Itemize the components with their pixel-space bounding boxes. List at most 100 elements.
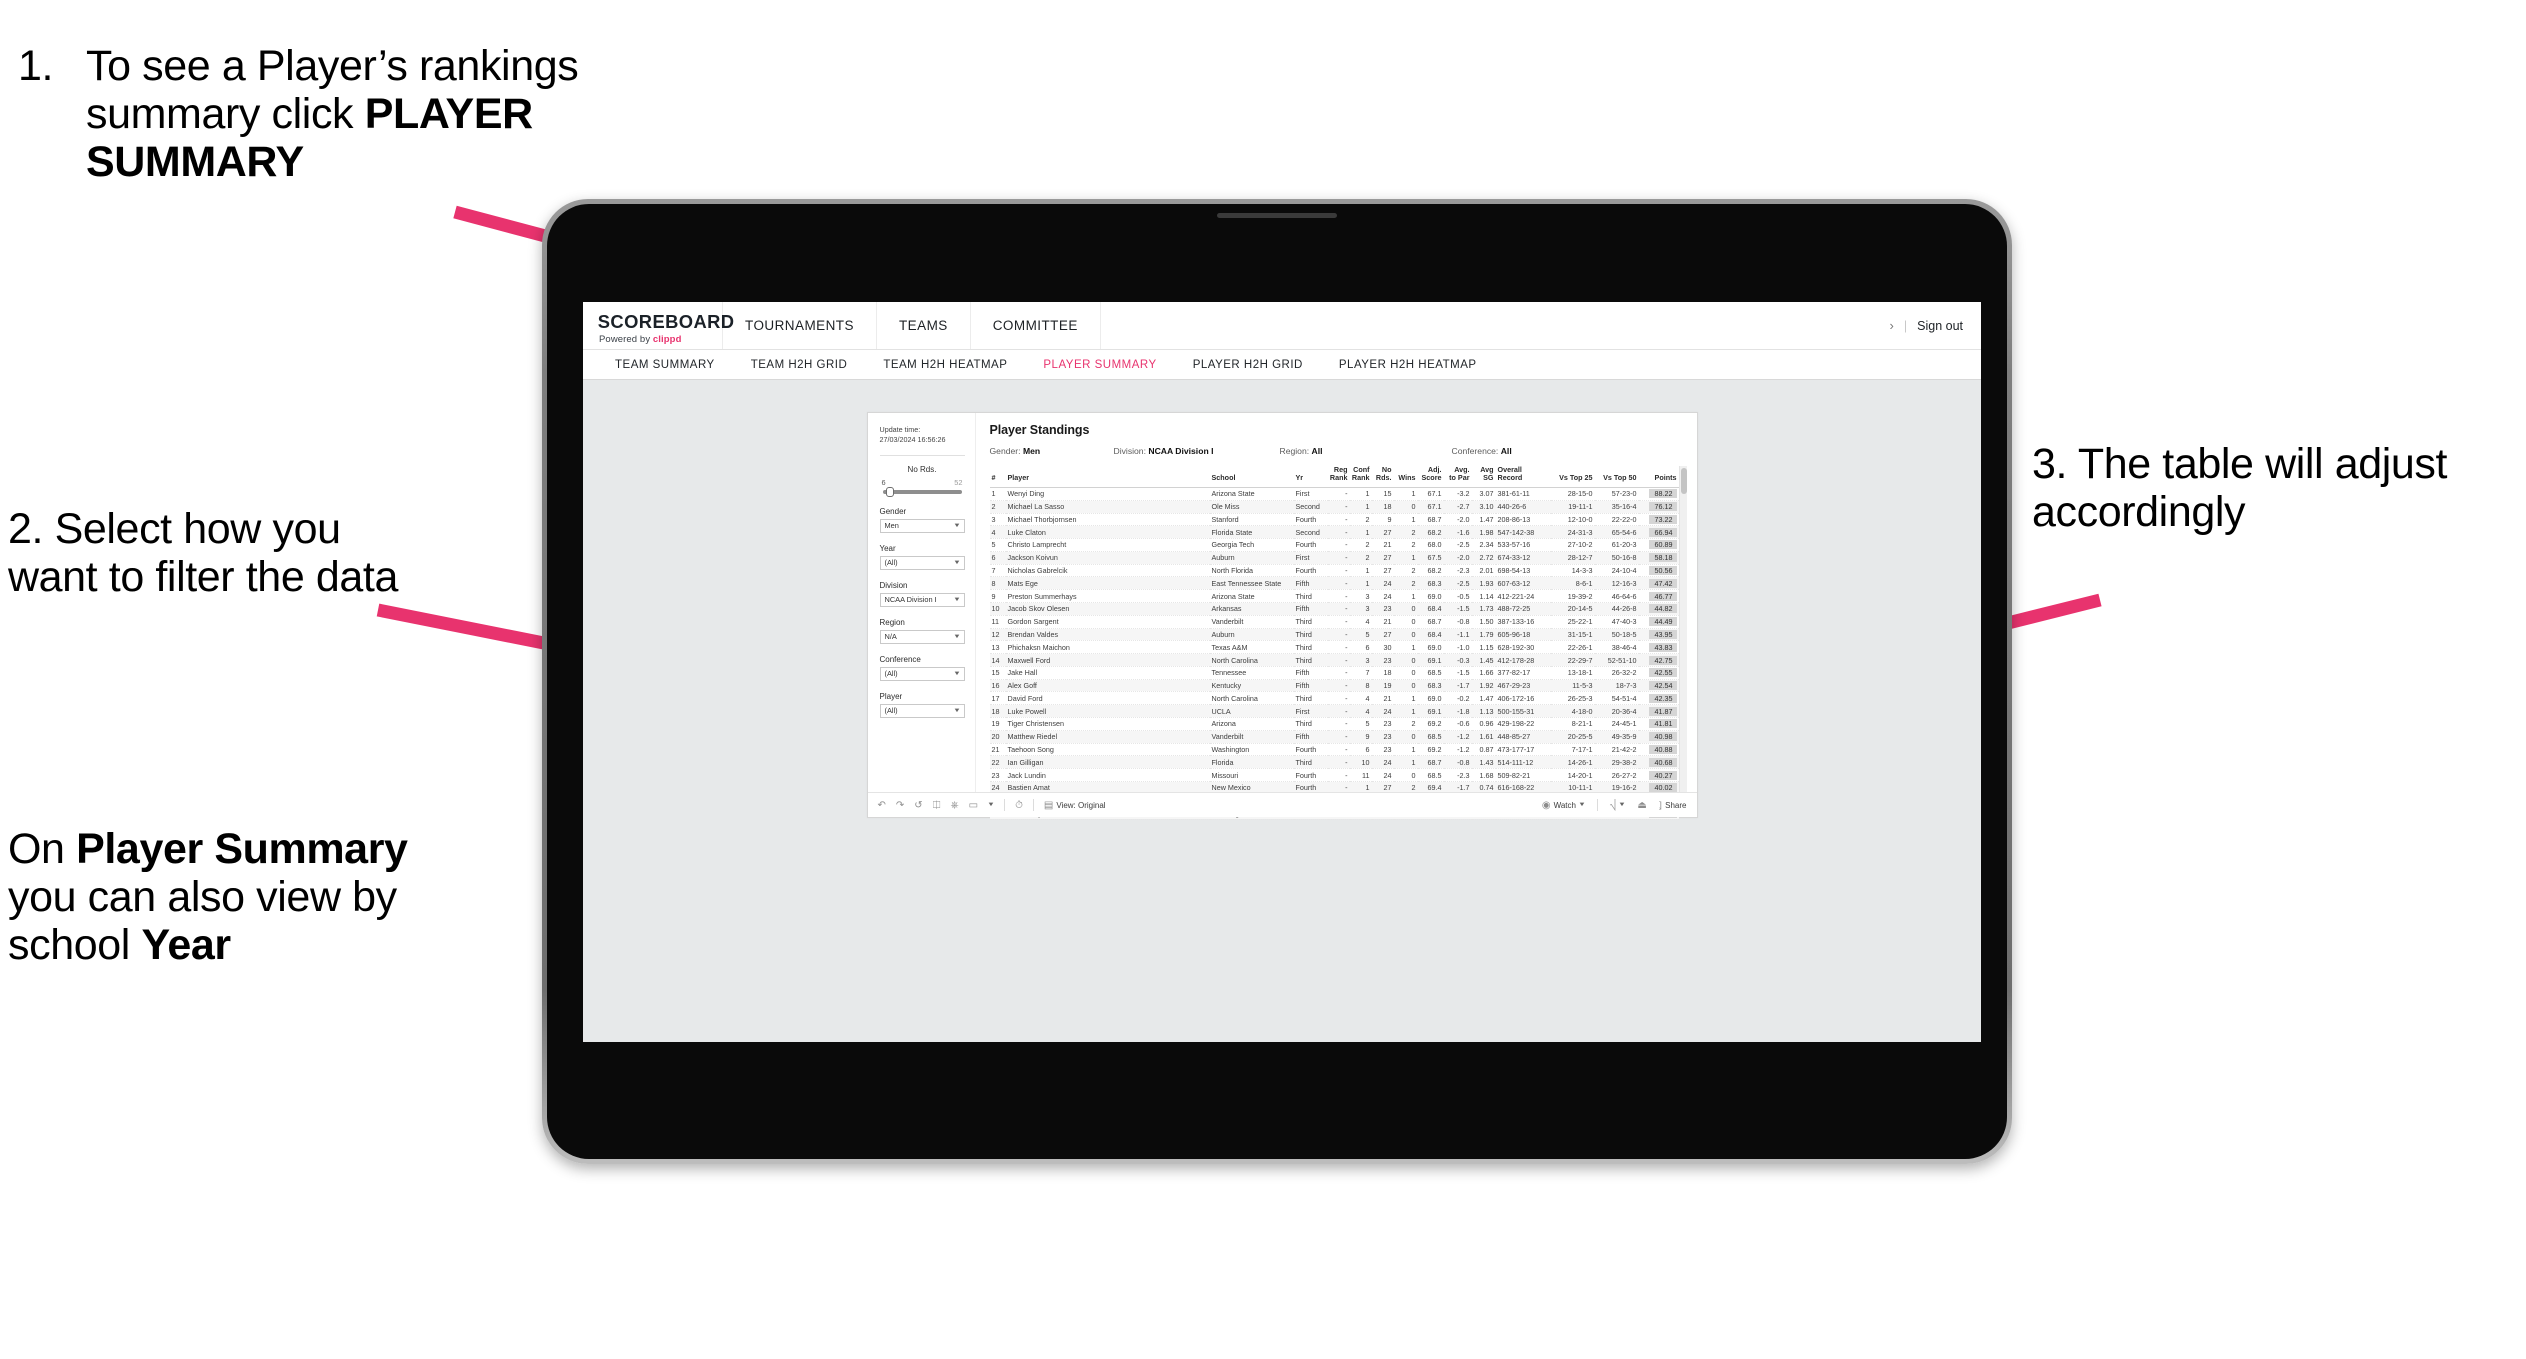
rectangle-select-icon[interactable]: ▭ [969,800,978,811]
nav-tournaments[interactable]: TOURNAMENTS [723,302,877,349]
tab-team-h2h-heatmap[interactable]: TEAM H2H HEATMAP [865,359,1025,371]
table-row[interactable]: 22 Ian Gilligan Florida Third -10 24 1 68.7 -0.8… [989,755,1679,770]
col-header-t50[interactable]: Vs Top 50 [1594,466,1639,488]
cell-sg: 1.79 [1471,628,1496,642]
col-header-conf[interactable]: Conf Rank [1349,465,1372,488]
cell-yr: Fourth [1293,538,1328,552]
cell-par: -2.3 [1443,768,1472,782]
download-button[interactable]: ⎷ ▼ [1610,800,1626,811]
cell-school: UCLA [1209,704,1294,719]
cell-num: 15 [989,666,1006,680]
col-header-wins[interactable]: Wins [1393,466,1418,488]
cell-yr: Fifth [1293,666,1328,680]
filter-region-select[interactable]: N/A ▼ [879,629,965,644]
col-header-school[interactable]: School [1209,466,1294,488]
cell-pts: 60.89 [1638,538,1679,552]
redo-icon[interactable]: ↷ [896,800,904,811]
filter-gender-select[interactable]: Men ▼ [879,518,965,533]
cell-sg: 1.47 [1471,513,1496,527]
cell-reg: - [1327,704,1350,719]
tab-team-h2h-grid[interactable]: TEAM H2H GRID [733,359,866,371]
no-rounds-slider[interactable] [882,486,962,497]
table-row[interactable]: 7 Nicholas Gabrelcik North Florida Fourth -1… [989,564,1679,578]
undo-icon[interactable]: ↶ [878,800,886,811]
col-header-yr[interactable]: Yr [1293,466,1328,488]
col-header-pts[interactable]: Points [1638,466,1679,488]
table-row[interactable]: 11 Gordon Sargent Vanderbilt Third -4 21 0 68.7… [989,615,1679,629]
nav-committee[interactable]: COMMITTEE [971,302,1101,349]
slider-handle[interactable] [885,486,894,497]
table-row[interactable]: 19 Tiger Christensen Arizona Third -5 23 2 69.2… [989,717,1679,731]
fullscreen-icon[interactable]: ⏏ [1637,800,1646,811]
chevron-down-icon[interactable]: ▼ [987,802,995,808]
table-row[interactable]: 6 Jackson Koivun Auburn First -2 27 1 67.5 -2.0 2… [989,551,1679,565]
brand-logo[interactable]: SCOREBOARD Powered by clippd [583,302,734,349]
watch-button[interactable]: ◉ Watch ▼ [1542,800,1586,811]
chevron-down-icon: ▼ [952,633,961,640]
share-button[interactable]: ⦎ Share [1659,800,1687,811]
col-header-player[interactable]: Player [1005,466,1210,488]
filter-region-label: Region [879,617,905,627]
cell-reg: - [1327,500,1350,514]
cell-rds: 27 [1371,628,1394,642]
col-header-rec[interactable]: Overall Record [1495,465,1551,488]
table-row[interactable]: 13 Phichaksn Maichon Texas A&M Third -6 30 1 69… [989,640,1679,655]
col-header-num[interactable]: # [989,466,1006,488]
filter-player-select[interactable]: (All) ▼ [879,703,965,718]
table-row[interactable]: 8 Mats Ege East Tennessee State Fifth -1 24 2 6… [989,576,1679,591]
sign-out-link[interactable]: Sign out [1917,319,1963,333]
table-row[interactable]: 12 Brendan Valdes Auburn Third -5 27 0 68.4 -1.1… [989,628,1679,642]
col-header-sg[interactable]: Avg SG [1471,465,1496,488]
table-row[interactable]: 1 Wenyi Ding Arizona State First -1 15 1 67.1 -3… [989,487,1679,501]
pause-icon[interactable]: ⎈ [951,800,959,811]
table-row[interactable]: 14 Maxwell Ford North Carolina Third -3 23 0 69… [989,653,1679,667]
col-header-rds[interactable]: No Rds. [1371,465,1394,488]
table-row[interactable]: 17 David Ford North Carolina Third -4 21 1 69.0… [989,691,1679,706]
table-row[interactable]: 15 Jake Hall Tennessee Fifth -7 18 0 68.5 -1.5 1.… [989,666,1679,680]
table-row[interactable]: 10 Jacob Skov Olesen Arkansas Fifth -3 23 0 68.… [989,602,1679,616]
clock-icon[interactable]: ⏱ [1015,800,1023,811]
cell-player: Ian Gilligan [1005,755,1210,770]
filter-player-value: (All) [884,706,898,716]
table-row[interactable]: 5 Christo Lamprecht Georgia Tech Fourth -2 21… [989,538,1679,552]
cell-t50: 35-16-4 [1594,500,1639,514]
cell-t25: 19-39-2 [1550,589,1595,603]
table-row[interactable]: 3 Michael Thorbjornsen Stanford Fourth -2 9 1 6… [989,513,1679,527]
tab-team-summary[interactable]: TEAM SUMMARY [597,359,733,371]
cell-reg: - [1327,538,1350,552]
revert-icon[interactable]: ↺ [914,800,922,811]
table-row[interactable]: 16 Alex Goff Kentucky Fifth -8 19 0 68.3 -1.7 1.9… [989,679,1679,693]
cell-yr: Third [1293,717,1328,731]
table-row[interactable]: 4 Luke Claton Florida State Second -1 27 2 68.2… [989,525,1679,540]
points-badge: 41.87 [1648,706,1677,716]
chevron-right-icon[interactable]: › [1890,318,1894,333]
cell-player: Luke Claton [1005,525,1210,540]
col-header-t25[interactable]: Vs Top 25 [1550,466,1595,488]
col-header-par[interactable]: Avg. to Par [1443,465,1472,488]
cell-conf: 3 [1349,589,1372,603]
col-header-reg[interactable]: Reg Rank [1327,465,1350,488]
table-row[interactable]: 20 Matthew Riedel Vanderbilt Fifth -9 23 0 68.5… [989,730,1679,744]
cell-par: -2.0 [1443,551,1472,565]
table-row[interactable]: 9 Preston Summerhays Arizona State Third -3 2… [989,589,1679,603]
filter-conference-select[interactable]: (All) ▼ [879,666,965,681]
cell-rec: 381-61-11 [1495,487,1551,501]
table-row[interactable]: 23 Jack Lundin Missouri Fourth -11 24 0 68.5 -2.… [989,768,1679,782]
refresh-icon[interactable]: ⎅ [933,800,941,811]
view-original-button[interactable]: ▤ View: Original [1044,800,1106,811]
filter-division-select[interactable]: NCAA Division I ▼ [879,592,965,607]
cell-t50: 54-51-4 [1594,691,1639,706]
table-row[interactable]: 21 Taehoon Song Washington Fourth -6 23 1 69.2-… [989,743,1679,757]
col-header-adj[interactable]: Adj. Score [1417,465,1444,488]
vertical-scrollbar[interactable] [1678,466,1687,792]
tab-player-summary[interactable]: PLAYER SUMMARY [1025,359,1174,371]
table-row[interactable]: 18 Luke Powell UCLA First -4 24 1 69.1 -1.8 1.13 5… [989,704,1679,719]
tab-player-h2h-grid[interactable]: PLAYER H2H GRID [1175,359,1321,371]
meta-region: Region: All [1279,446,1323,456]
points-badge: 41.81 [1648,719,1677,729]
table-row[interactable]: 2 Michael La Sasso Ole Miss Second -1 18 0 67.1… [989,500,1679,514]
tab-player-h2h-heatmap[interactable]: PLAYER H2H HEATMAP [1321,359,1495,371]
scrollbar-thumb[interactable] [1680,468,1687,494]
nav-teams[interactable]: TEAMS [877,302,971,349]
filter-year-select[interactable]: (All) ▼ [879,555,965,570]
